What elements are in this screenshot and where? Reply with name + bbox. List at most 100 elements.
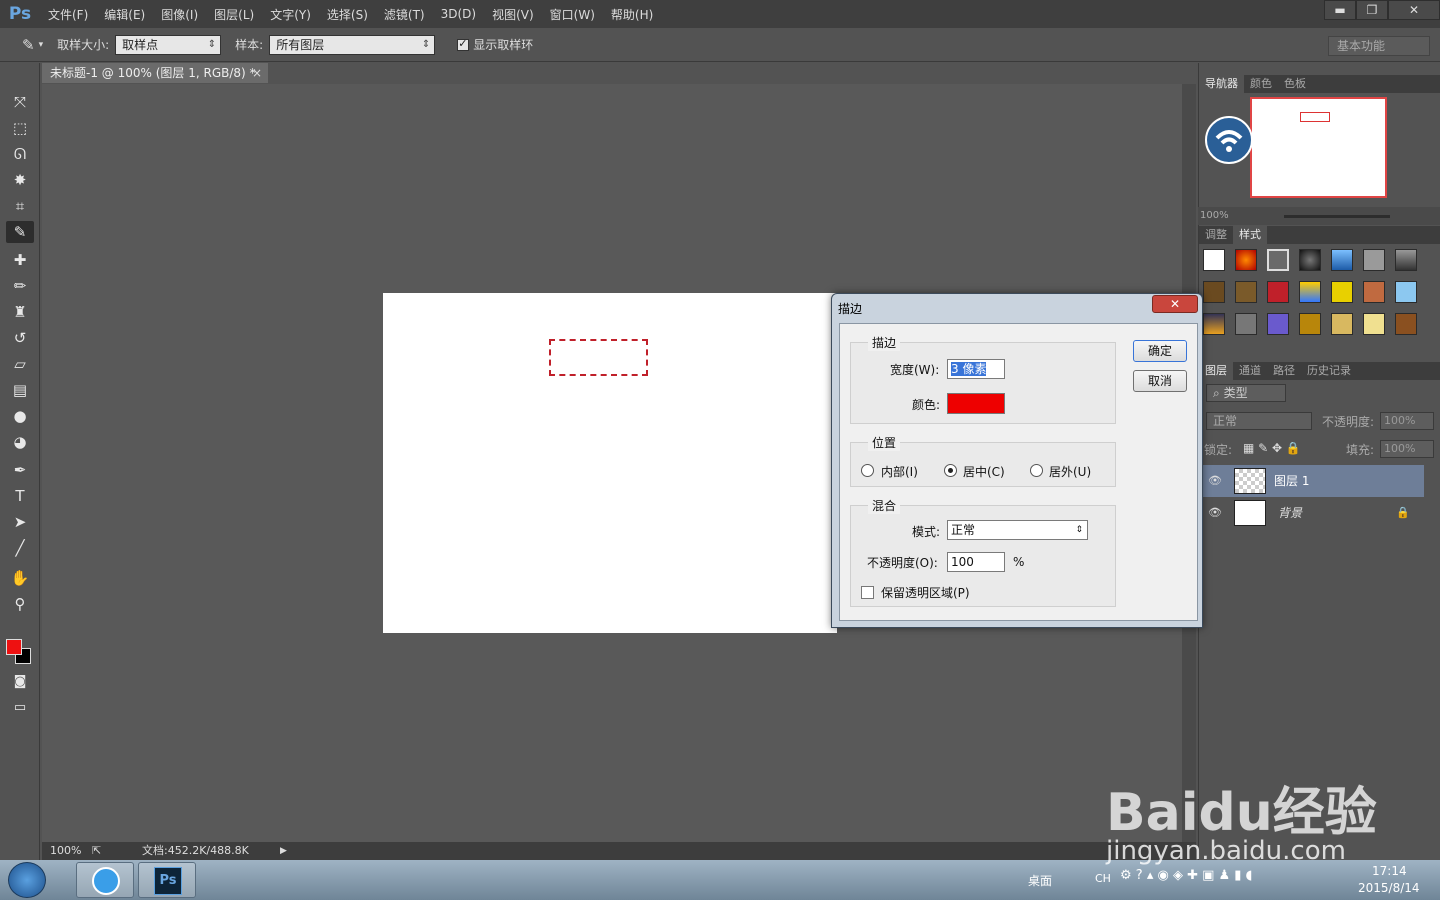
hand-tool-icon[interactable]: ✋: [6, 567, 34, 589]
history-brush-tool-icon[interactable]: ↺: [6, 327, 34, 349]
desktop-label[interactable]: 桌面: [1028, 872, 1052, 889]
mode-select[interactable]: 正常 ⇕: [947, 520, 1088, 540]
tab-styles[interactable]: 样式: [1233, 226, 1267, 244]
eyedropper-icon[interactable]: ✎: [22, 36, 35, 54]
style-swatch[interactable]: [1267, 281, 1289, 303]
preserve-transparency-label[interactable]: 保留透明区域(P): [881, 584, 970, 601]
opacity-input[interactable]: 100%: [1380, 412, 1434, 430]
tab-layers[interactable]: 图层: [1199, 362, 1233, 380]
style-swatch[interactable]: [1331, 249, 1353, 271]
preserve-transparency-checkbox[interactable]: [861, 586, 874, 599]
layer-filter-select[interactable]: ⌕ 类型: [1206, 384, 1286, 402]
style-swatch[interactable]: [1395, 281, 1417, 303]
wifi-icon[interactable]: [1205, 116, 1253, 164]
stroke-color-swatch[interactable]: [947, 393, 1005, 414]
minimize-button[interactable]: ▬: [1324, 0, 1356, 20]
clock-time[interactable]: 17:14: [1372, 864, 1407, 878]
outside-radio[interactable]: [1030, 464, 1043, 477]
style-none-swatch[interactable]: [1203, 249, 1225, 271]
tab-swatches[interactable]: 色板: [1278, 75, 1312, 93]
tab-adjustments[interactable]: 调整: [1199, 226, 1233, 244]
style-swatch[interactable]: [1299, 313, 1321, 335]
clock-date[interactable]: 2015/8/14: [1358, 881, 1420, 895]
dialog-close-button[interactable]: ✕: [1152, 295, 1198, 313]
style-swatch[interactable]: [1267, 249, 1289, 271]
document-tab[interactable]: 未标题-1 @ 100% (图层 1, RGB/8) *: [42, 63, 268, 83]
clone-stamp-tool-icon[interactable]: ♜: [6, 301, 34, 323]
foreground-color-fill[interactable]: [6, 639, 22, 655]
browser-taskbar-icon[interactable]: [76, 862, 134, 898]
style-swatch[interactable]: [1203, 281, 1225, 303]
zoom-level[interactable]: 100%: [50, 842, 81, 860]
sample-select[interactable]: 所有图层: [269, 34, 436, 55]
style-swatch[interactable]: [1363, 249, 1385, 271]
dodge-tool-icon[interactable]: ◕: [6, 431, 34, 453]
gradient-tool-icon[interactable]: ▤: [6, 379, 34, 401]
menu-image[interactable]: 图像(I): [153, 6, 206, 23]
path-selection-tool-icon[interactable]: ➤: [6, 511, 34, 533]
crop-tool-icon[interactable]: ⌗: [6, 195, 34, 217]
menu-filter[interactable]: 滤镜(T): [376, 6, 433, 23]
eye-icon[interactable]: 👁: [1208, 497, 1222, 529]
tab-color[interactable]: 颜色: [1244, 75, 1278, 93]
layer-row[interactable]: 👁 背景 🔒: [1202, 497, 1424, 529]
menu-help[interactable]: 帮助(H): [603, 6, 661, 23]
blur-tool-icon[interactable]: ●: [6, 405, 34, 427]
screen-mode-icon[interactable]: ▭: [6, 697, 34, 719]
style-swatch[interactable]: [1331, 281, 1353, 303]
center-label[interactable]: 居中(C): [963, 463, 1005, 480]
width-input[interactable]: 3 像素: [947, 359, 1005, 379]
ok-button[interactable]: 确定: [1133, 340, 1187, 362]
chevron-down-icon[interactable]: ▾: [39, 40, 44, 50]
style-swatch[interactable]: [1299, 249, 1321, 271]
brush-tool-icon[interactable]: ✏: [6, 275, 34, 297]
inside-radio[interactable]: [861, 464, 874, 477]
style-swatch[interactable]: [1299, 281, 1321, 303]
menu-window[interactable]: 窗口(W): [542, 6, 603, 23]
style-swatch[interactable]: [1363, 281, 1385, 303]
move-tool-icon[interactable]: ⤧: [6, 91, 34, 113]
tab-history[interactable]: 历史记录: [1301, 362, 1357, 380]
tab-close-icon[interactable]: ×: [252, 63, 266, 83]
maximize-button[interactable]: ❐: [1356, 0, 1388, 20]
menu-type[interactable]: 文字(Y): [262, 6, 319, 23]
menu-view[interactable]: 视图(V): [484, 6, 542, 23]
style-swatch[interactable]: [1331, 313, 1353, 335]
photoshop-taskbar-icon[interactable]: Ps: [138, 862, 196, 898]
inside-label[interactable]: 内部(I): [881, 463, 918, 480]
eye-icon[interactable]: 👁: [1208, 465, 1222, 497]
tab-navigator[interactable]: 导航器: [1199, 75, 1244, 93]
play-arrow-icon[interactable]: ▶: [280, 842, 287, 860]
start-button[interactable]: [8, 862, 46, 898]
blend-mode-select[interactable]: 正常: [1206, 412, 1312, 430]
navigator-view-box[interactable]: [1300, 112, 1330, 122]
menu-layer[interactable]: 图层(L): [206, 6, 262, 23]
menu-3d[interactable]: 3D(D): [433, 7, 484, 21]
pen-tool-icon[interactable]: ✒: [6, 459, 34, 481]
zoom-tool-icon[interactable]: ⚲: [6, 593, 34, 615]
close-button[interactable]: ✕: [1388, 0, 1440, 20]
tab-paths[interactable]: 路径: [1267, 362, 1301, 380]
show-ring-checkbox[interactable]: [457, 37, 470, 51]
healing-brush-tool-icon[interactable]: ✚: [6, 249, 34, 271]
quick-mask-icon[interactable]: ◙: [6, 671, 34, 693]
style-swatch[interactable]: [1235, 249, 1257, 271]
style-swatch[interactable]: [1203, 313, 1225, 335]
style-swatch[interactable]: [1395, 249, 1417, 271]
export-icon[interactable]: ⇱: [92, 842, 101, 860]
magic-wand-tool-icon[interactable]: ✸: [6, 169, 34, 191]
style-swatch[interactable]: [1267, 313, 1289, 335]
menu-file[interactable]: 文件(F): [40, 6, 96, 23]
navigator-zoom-value[interactable]: 100%: [1200, 210, 1229, 221]
eyedropper-tool-icon[interactable]: ✎: [6, 221, 34, 243]
tab-channels[interactable]: 通道: [1233, 362, 1267, 380]
menu-select[interactable]: 选择(S): [319, 6, 376, 23]
lock-icons[interactable]: ▦ ✎ ✥ 🔒: [1243, 441, 1301, 455]
line-tool-icon[interactable]: ╱: [6, 537, 34, 559]
marquee-tool-icon[interactable]: ⬚: [6, 117, 34, 139]
menu-edit[interactable]: 编辑(E): [96, 6, 153, 23]
type-tool-icon[interactable]: T: [6, 485, 34, 507]
lasso-tool-icon[interactable]: ᘏ: [6, 143, 34, 165]
style-swatch[interactable]: [1235, 281, 1257, 303]
workspace-select[interactable]: 基本功能: [1328, 36, 1430, 56]
